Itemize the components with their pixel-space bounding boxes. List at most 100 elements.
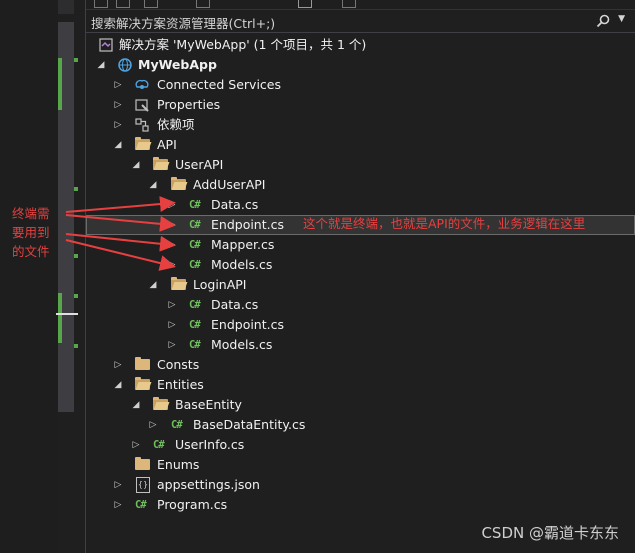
tree-item-label: Consts xyxy=(157,357,200,372)
collapsed-icon[interactable]: ▷ xyxy=(167,255,177,275)
csharp-file-icon: C# xyxy=(189,219,201,231)
annotation-line: 的文件 xyxy=(12,244,50,259)
tree-item-label: 解决方案 'MyWebApp' (1 个项目，共 1 个) xyxy=(119,37,367,52)
tree-item-file-program[interactable]: ▷ C# Program.cs xyxy=(86,495,635,515)
tree-item-folder-loginapi[interactable]: ◢ LoginAPI xyxy=(86,275,635,295)
project-icon xyxy=(118,58,132,72)
collapsed-icon[interactable]: ▷ xyxy=(167,335,177,355)
collapsed-icon[interactable]: ▷ xyxy=(113,115,123,135)
tree-item-label: BaseEntity xyxy=(175,397,242,412)
expanded-icon[interactable]: ◢ xyxy=(148,275,158,295)
folder-open-icon xyxy=(153,397,168,410)
change-marker xyxy=(74,187,78,191)
tree-item-file-basedataentity[interactable]: ▷ C# BaseDataEntity.cs xyxy=(86,415,635,435)
tree-item-solution[interactable]: 解决方案 'MyWebApp' (1 个项目，共 1 个) xyxy=(86,35,635,55)
change-marker xyxy=(58,293,62,343)
collapsed-icon[interactable]: ▷ xyxy=(113,475,123,495)
tree-item-folder-adduserapi[interactable]: ◢ AddUserAPI xyxy=(86,175,635,195)
tree-item-label: appsettings.json xyxy=(157,477,260,492)
annotation-line: 要用到 xyxy=(12,225,50,240)
tree-item-file-appsettings[interactable]: ▷ {} appsettings.json xyxy=(86,475,635,495)
change-marker xyxy=(74,344,78,348)
tree-item-label: Data.cs xyxy=(211,297,259,312)
tree-item-folder-consts[interactable]: ▷ Consts xyxy=(86,355,635,375)
annotation-left: 终端需 要用到 的文件 xyxy=(12,204,50,261)
tree-item-label: Entities xyxy=(157,377,204,392)
toolbar-button[interactable] xyxy=(196,0,210,8)
tree-item-label: MyWebApp xyxy=(138,57,217,72)
collapsed-icon[interactable]: ▷ xyxy=(167,315,177,335)
tree-item-folder-baseentity[interactable]: ◢ BaseEntity xyxy=(86,395,635,415)
csharp-file-icon: C# xyxy=(153,439,165,451)
tree-item-file-login-models[interactable]: ▷ C# Models.cs xyxy=(86,335,635,355)
expanded-icon[interactable]: ◢ xyxy=(96,55,106,75)
tree-item-label: API xyxy=(157,137,177,152)
collapsed-icon[interactable]: ▷ xyxy=(167,295,177,315)
tree-item-connected-services[interactable]: ▷ Connected Services xyxy=(86,75,635,95)
search-input[interactable]: 搜索解决方案资源管理器(Ctrl+;) xyxy=(91,13,275,32)
search-icon[interactable] xyxy=(595,13,611,29)
tree-item-label: UserInfo.cs xyxy=(175,437,245,452)
change-marker xyxy=(58,58,62,110)
collapsed-icon[interactable]: ▷ xyxy=(113,495,123,515)
csharp-file-icon: C# xyxy=(189,199,201,211)
folder-open-icon xyxy=(135,137,150,150)
toolbar-button[interactable] xyxy=(94,0,108,8)
expanded-icon[interactable]: ◢ xyxy=(148,175,158,195)
tree-item-folder-userapi[interactable]: ◢ UserAPI xyxy=(86,155,635,175)
tree-item-file-mapper[interactable]: ▷ C# Mapper.cs xyxy=(86,235,635,255)
expanded-icon[interactable]: ◢ xyxy=(131,395,141,415)
tree-item-file-models[interactable]: ▷ C# Models.cs xyxy=(86,255,635,275)
tree-item-file-login-endpoint[interactable]: ▷ C# Endpoint.cs xyxy=(86,315,635,335)
change-marker xyxy=(74,254,78,258)
folder-icon xyxy=(135,457,150,470)
tree-item-file-login-data[interactable]: ▷ C# Data.cs xyxy=(86,295,635,315)
annotation-line: 终端需 xyxy=(12,206,50,221)
toolbar-button[interactable] xyxy=(116,0,130,8)
expanded-icon[interactable]: ◢ xyxy=(113,135,123,155)
folder-open-icon xyxy=(153,157,168,170)
dependencies-icon xyxy=(135,118,149,132)
tree-item-label: Enums xyxy=(157,457,200,472)
tree-item-dependencies[interactable]: ▷ 依赖项 xyxy=(86,115,635,135)
toolbar-button[interactable] xyxy=(298,0,312,8)
collapsed-icon[interactable]: ▷ xyxy=(167,235,177,255)
collapsed-icon[interactable]: ▷ xyxy=(148,415,158,435)
collapsed-icon[interactable]: ▷ xyxy=(131,435,141,455)
tree-item-folder-api[interactable]: ◢ API xyxy=(86,135,635,155)
tree-item-folder-enums[interactable]: Enums xyxy=(86,455,635,475)
change-marker xyxy=(74,294,78,298)
toolbar-button[interactable] xyxy=(342,0,356,8)
tree-item-label: Properties xyxy=(157,97,221,112)
chevron-down-icon[interactable]: ▼ xyxy=(618,14,625,24)
tree-item-label: Data.cs xyxy=(211,197,259,212)
editor-gutter xyxy=(0,0,85,553)
tree-item-properties[interactable]: ▷ Properties xyxy=(86,95,635,115)
editor-area xyxy=(0,0,58,553)
tree-item-label: Connected Services xyxy=(157,77,281,92)
change-marker xyxy=(74,58,78,62)
csharp-file-icon: C# xyxy=(189,339,201,351)
tree-item-label: Endpoint.cs xyxy=(211,317,284,332)
explorer-toolbar xyxy=(86,0,635,10)
tree-item-file-userinfo[interactable]: ▷ C# UserInfo.cs xyxy=(86,435,635,455)
solution-icon xyxy=(99,38,113,52)
toolbar-button[interactable] xyxy=(144,0,158,8)
tree-item-label: Models.cs xyxy=(211,257,273,272)
csharp-file-icon: C# xyxy=(189,239,201,251)
collapsed-icon[interactable]: ▷ xyxy=(113,95,123,115)
collapsed-icon[interactable]: ▷ xyxy=(113,355,123,375)
expanded-icon[interactable]: ◢ xyxy=(131,155,141,175)
csharp-file-icon: C# xyxy=(135,499,147,511)
tree-item-folder-entities[interactable]: ◢ Entities xyxy=(86,375,635,395)
solution-explorer-search[interactable]: 搜索解决方案资源管理器(Ctrl+;) ▼ xyxy=(86,10,635,33)
tree-item-project[interactable]: ◢ MyWebApp xyxy=(86,55,635,75)
expanded-icon[interactable]: ◢ xyxy=(113,375,123,395)
tree-item-file-data[interactable]: ▷ C# Data.cs xyxy=(86,195,635,215)
collapsed-icon[interactable]: ▷ xyxy=(167,215,177,235)
collapsed-icon[interactable]: ▷ xyxy=(167,195,177,215)
folder-open-icon xyxy=(171,277,186,290)
collapsed-icon[interactable]: ▷ xyxy=(113,75,123,95)
scroll-position-marker xyxy=(56,313,78,315)
tree-item-label: Models.cs xyxy=(211,337,273,352)
